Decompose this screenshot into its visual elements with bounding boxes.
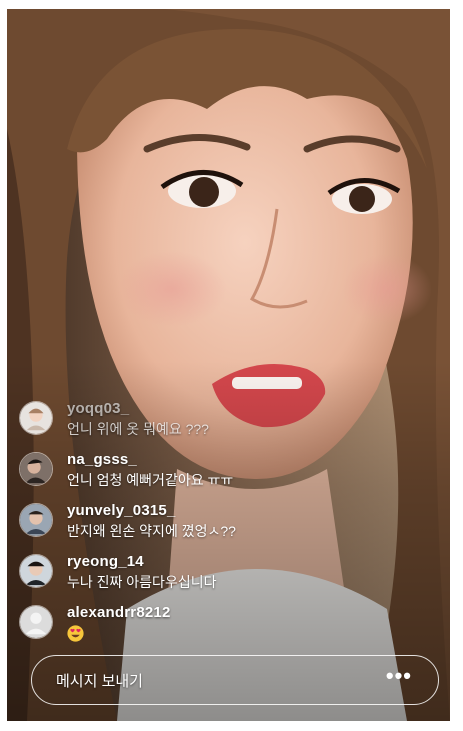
- comment-item: yoqq03_ 언니 위에 옷 뭐예요 ???: [19, 399, 419, 450]
- user-avatar[interactable]: [19, 503, 53, 537]
- comment-item: na_gsss_ 언니 엄청 예뻐거같아요 ㅠㅠ: [19, 450, 419, 501]
- comment-username[interactable]: yunvely_0315_: [67, 501, 236, 521]
- send-message-input[interactable]: 메시지 보내기 •••: [31, 655, 439, 705]
- comment-item: ryeong_14 누나 진짜 아름다우십니다: [19, 552, 419, 603]
- comment-item: alexandrr8212: [19, 603, 419, 654]
- live-comments-list: yoqq03_ 언니 위에 옷 뭐예요 ??? na_gsss_ 언니 엄청 예…: [19, 399, 419, 654]
- comment-message: 누나 진짜 아름다우십니다: [67, 574, 217, 590]
- comment-username[interactable]: yoqq03_: [67, 399, 209, 419]
- more-options-icon[interactable]: •••: [386, 665, 412, 689]
- comment-item: yunvely_0315_ 반지왜 왼손 약지에 꼈엉ㅅ??: [19, 501, 419, 552]
- comment-message: 언니 엄청 예뻐거같아요 ㅠㅠ: [67, 472, 234, 488]
- comment-message: [67, 623, 171, 647]
- comment-message: 언니 위에 옷 뭐예요 ???: [67, 421, 209, 437]
- user-avatar[interactable]: [19, 452, 53, 486]
- comment-username[interactable]: na_gsss_: [67, 450, 233, 470]
- comment-username[interactable]: ryeong_14: [67, 552, 216, 572]
- user-avatar[interactable]: [19, 401, 53, 435]
- live-video-stream: yoqq03_ 언니 위에 옷 뭐예요 ??? na_gsss_ 언니 엄청 예…: [7, 9, 450, 721]
- heart-eyes-emoji: [67, 625, 84, 642]
- user-avatar[interactable]: [19, 554, 53, 588]
- default-avatar-icon[interactable]: [19, 605, 53, 639]
- message-placeholder[interactable]: 메시지 보내기: [56, 670, 143, 691]
- comment-message: 반지왜 왼손 약지에 꼈엉ㅅ??: [67, 523, 236, 539]
- comment-username[interactable]: alexandrr8212: [67, 603, 171, 623]
